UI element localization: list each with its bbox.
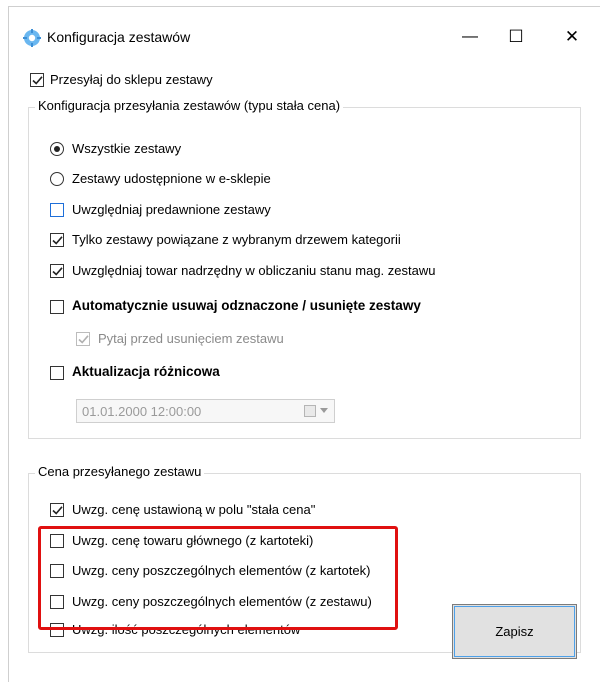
date-picker[interactable]: 01.01.2000 12:00:00 (76, 399, 335, 423)
config-window: Konfiguracja zestawów — ☐ ✕ Przesyłaj do… (8, 6, 600, 682)
config-group-title: Konfiguracja przesyłania zestawów (typu … (35, 98, 344, 113)
send-sets-checkbox[interactable] (30, 73, 44, 87)
maximize-icon: ☐ (508, 27, 524, 46)
differential-update-label: Aktualizacja różnicowa (72, 364, 220, 379)
save-button[interactable]: Zapisz (452, 604, 577, 659)
category-tree-checkbox[interactable] (50, 233, 64, 247)
fixed-price-label: Uwzg. cenę ustawioną w polu "stała cena" (72, 502, 316, 517)
differential-update-checkbox[interactable] (50, 366, 64, 380)
checkmark-icon (52, 506, 63, 515)
date-value: 01.01.2000 12:00:00 (82, 404, 202, 419)
minimize-icon: — (462, 28, 478, 45)
radio-shared-sets-label: Zestawy udostępnione w e-sklepie (72, 171, 271, 186)
parent-item-label: Uwzględniaj towar nadrzędny w obliczaniu… (72, 263, 436, 278)
radio-selected-dot (54, 146, 60, 152)
checkmark-icon (52, 236, 63, 245)
close-icon: ✕ (564, 27, 580, 46)
auto-delete-label: Automatycznie usuwaj odznaczone / usunię… (72, 298, 421, 313)
gear-icon (23, 29, 41, 47)
radio-all-sets-label: Wszystkie zestawy (72, 141, 182, 156)
checkmark-icon (78, 335, 89, 344)
checkmark-icon (32, 76, 43, 85)
chevron-down-icon (320, 408, 328, 413)
predefined-sets-label: Uwzględniaj predawnione zestawy (72, 202, 271, 217)
category-tree-label: Tylko zestawy powiązane z wybranym drzew… (72, 232, 401, 247)
ask-before-delete-label: Pytaj przed usunięciem zestawu (98, 331, 284, 346)
maximize-button[interactable]: ☐ (493, 21, 539, 53)
close-button[interactable]: ✕ (549, 21, 595, 53)
minimize-button[interactable]: — (447, 21, 493, 53)
fixed-price-checkbox[interactable] (50, 503, 64, 517)
auto-delete-checkbox[interactable] (50, 300, 64, 314)
calendar-icon (304, 405, 316, 417)
highlight-frame (38, 526, 398, 630)
send-sets-label: Przesyłaj do sklepu zestawy (50, 72, 213, 87)
price-group-title: Cena przesyłanego zestawu (35, 464, 205, 479)
predefined-sets-checkbox[interactable] (50, 203, 64, 217)
parent-item-checkbox[interactable] (50, 264, 64, 278)
title-bar[interactable]: Konfiguracja zestawów — ☐ ✕ (9, 7, 600, 59)
save-button-label: Zapisz (495, 624, 534, 639)
radio-shared-sets[interactable] (50, 172, 64, 186)
checkmark-icon (52, 267, 63, 276)
window-title: Konfiguracja zestawów (47, 29, 191, 45)
ask-before-delete-checkbox[interactable] (76, 332, 90, 346)
radio-all-sets[interactable] (50, 142, 64, 156)
